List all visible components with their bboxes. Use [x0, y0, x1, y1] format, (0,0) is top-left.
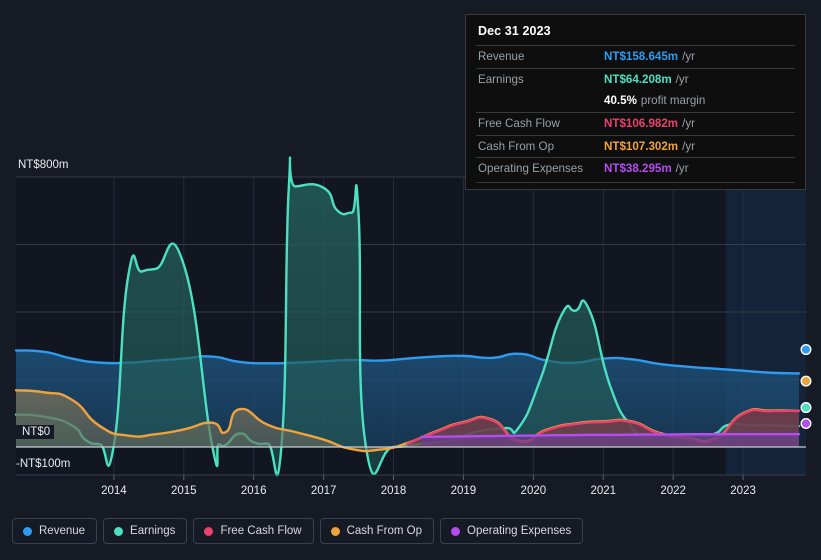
tooltip-row: Operating Expenses NT$38.295m/yr [476, 157, 795, 180]
tooltip-row: 40.5% profit margin [476, 90, 795, 112]
financial-chart-widget: NT$800m NT$0 -NT$100m 2014 2015 2016 2017 20… [0, 0, 821, 560]
legend-color-dot-icon [451, 526, 461, 536]
x-axis-tick-label: 2016 [240, 485, 267, 497]
series-operating-expenses [420, 432, 801, 447]
tooltip-row-label: Free Cash Flow [478, 116, 560, 130]
tooltip-row-label: Cash From Op [478, 139, 555, 153]
tooltip-row-value: NT$106.982m [604, 116, 679, 130]
tooltip-row-unit: profit margin [640, 94, 706, 108]
legend-color-dot-icon [204, 526, 214, 536]
x-axis-tick-label: 2019 [450, 485, 477, 497]
x-axis-tick-label: 2022 [660, 485, 686, 497]
x-axis-tick-label: 2018 [380, 485, 407, 497]
endpoint-dot [800, 375, 812, 387]
legend-item-earnings[interactable]: Earnings [103, 518, 188, 544]
legend-color-dot-icon [23, 526, 32, 536]
legend-item-free-cash-flow[interactable]: Free Cash Flow [193, 518, 314, 544]
chart-legend[interactable]: Revenue Earnings Free Cash Flow Cash From O… [12, 518, 584, 544]
endpoint-dot [800, 344, 812, 356]
tooltip-row-value: NT$64.208m [604, 72, 672, 86]
endpoint-marker-operating-expenses [800, 417, 812, 429]
tooltip-row: Free Cash Flow NT$106.982m/yr [476, 111, 795, 135]
tooltip-row: Earnings NT$64.208m/yr [476, 67, 795, 91]
x-axis-tick-label: 2023 [730, 485, 756, 497]
tooltip-row-unit: /yr [682, 116, 696, 130]
legend-item-operating-expenses[interactable]: Operating Expenses [440, 518, 584, 544]
tooltip-bottom-divider [476, 181, 795, 183]
endpoint-marker-cash-from-op [800, 375, 812, 387]
tooltip-rows: Revenue NT$158.645m/yr Earnings NT$64.208m /… [476, 45, 795, 180]
legend-item-cash-from-op[interactable]: Cash From Op [319, 518, 435, 544]
legend-item-label: Cash From Op [346, 525, 423, 537]
endpoint-marker-revenue [800, 344, 812, 356]
endpoint-marker-earnings [800, 402, 812, 414]
endpoint-dot [800, 417, 812, 429]
tooltip-row-unit: /yr [675, 72, 689, 86]
y-axis-label-zero: NT$0 [16, 425, 55, 439]
tooltip-row-label: Revenue [478, 50, 525, 63]
tooltip-row-label: Operating Expenses [478, 162, 584, 176]
legend-item-label: Operating Expenses [467, 525, 572, 537]
tooltip-row-value: NT$107.302m [604, 139, 679, 153]
legend-item-label: Revenue [39, 525, 86, 537]
x-axis-tick-label: 2020 [520, 485, 547, 497]
tooltip-row-label: Earnings [478, 72, 524, 86]
endpoint-dot [800, 402, 812, 414]
tooltip-row: Revenue NT$158.645m/yr [476, 45, 795, 68]
tooltip-row-value: 40.5% [604, 94, 637, 108]
x-axis-tick-label: 2015 [170, 485, 197, 497]
data-tooltip: Dec 31 2023 Revenue NT$158.645m/yr Earning… [465, 14, 806, 190]
legend-item-label: Free Cash Flow [220, 525, 302, 537]
legend-color-dot-icon [330, 526, 340, 536]
x-axis-tick-label: 2021 [590, 485, 617, 497]
y-axis-label-top: NT$800m [18, 159, 69, 171]
tooltip-row-value: NT$38.295m [604, 162, 672, 176]
legend-item-revenue[interactable]: Revenue [12, 518, 98, 544]
legend-color-dot-icon [114, 526, 124, 536]
tooltip-date: Dec 31 2023 [478, 24, 551, 38]
tooltip-row-unit: /yr [675, 162, 689, 176]
tooltip-row-unit: /yr [682, 139, 696, 153]
x-axis-tick-label: 2014 [101, 485, 127, 497]
tooltip-row: Cash From Op NT$107.302m/yr [476, 134, 795, 158]
tooltip-row-unit: /yr [682, 50, 696, 63]
legend-item-label: Earnings [130, 525, 176, 537]
tooltip-row-value: NT$158.645m [604, 50, 679, 63]
y-axis-label-bottom: -NT$100m [16, 458, 71, 470]
x-axis-tick-label: 2017 [310, 485, 337, 497]
